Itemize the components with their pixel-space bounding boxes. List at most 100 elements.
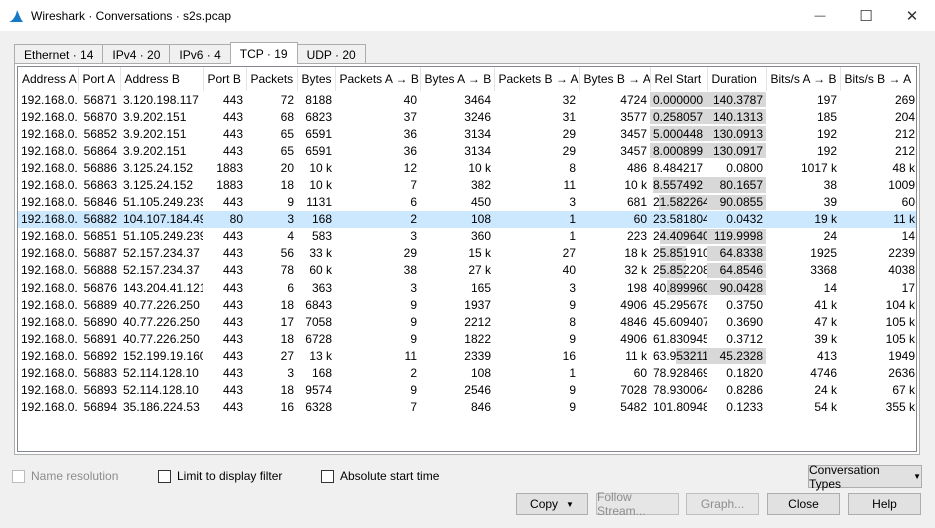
table-row[interactable]: 192.168.0.5 56889 40.77.226.250 443 18 6843 9 1… <box>18 296 916 313</box>
table-row[interactable]: 192.168.0.556882104.107.184.498031682108… <box>18 210 916 228</box>
column-header[interactable]: Packets B → A <box>494 67 580 91</box>
column-header[interactable]: Bits/s A → B <box>766 67 841 91</box>
table-row[interactable]: 192.168.0.5 56886 3.125.24.152 1883 20 10 k 12… <box>18 159 916 176</box>
table-cell: 0.3750 <box>726 297 763 312</box>
table-cell: 56870 <box>83 109 117 124</box>
table-cell: 18 <box>280 297 294 312</box>
table-cell: 12 <box>403 160 417 175</box>
duration-value: 140.3787 <box>712 92 763 107</box>
rel-start-value: 40.899960 <box>653 280 707 295</box>
table-row[interactable]: 192.168.0.5 56864 3.9.202.151 443 65 6591 36 31… <box>18 142 916 159</box>
table-cell: 27 k <box>468 263 491 278</box>
table-cell: 192.168.0.5 <box>21 331 78 346</box>
checkbox-label: Name resolution <box>31 469 119 483</box>
maximize-button[interactable]: ☐ <box>843 0 889 31</box>
column-header[interactable]: Port B <box>203 67 247 91</box>
table-row[interactable]: 192.168.0.5 56863 3.125.24.152 1883 18 10 k 7 3… <box>18 176 916 193</box>
table-cell: 18 <box>280 383 294 398</box>
table-cell: 583 <box>311 229 332 244</box>
column-header[interactable]: Address B <box>120 67 204 91</box>
table-cell: 67 k <box>892 383 915 398</box>
table-cell: 16 <box>280 400 294 415</box>
table-cell: 3368 <box>810 263 837 278</box>
table-cell: 443 <box>222 229 243 244</box>
checkbox-box[interactable] <box>321 469 334 483</box>
table-cell: 3.9.202.151 <box>123 109 187 124</box>
table-cell: 14 <box>901 229 915 244</box>
rel-start-value: 25.851910 <box>653 246 707 261</box>
table-row[interactable]: 192.168.0.5 56890 40.77.226.250 443 17 7058 9 2… <box>18 313 916 330</box>
table-cell: 192.168.0.5 <box>21 160 78 175</box>
table-cell: 3 <box>569 280 576 295</box>
table-cell: 10 k <box>624 178 647 193</box>
table-cell: 192.168.0.5 <box>18 210 78 228</box>
column-header[interactable]: Rel Start <box>650 67 708 91</box>
column-header[interactable]: Bits/s B → A <box>840 67 916 91</box>
table-cell: 8.484217 <box>653 160 704 175</box>
table-row[interactable]: 192.168.0.5 56894 35.186.224.53 443 16 6328 7 8… <box>18 399 916 416</box>
column-header[interactable]: Port A <box>78 67 121 91</box>
table-cell: 6328 <box>305 400 332 415</box>
table-cell: 38 <box>823 178 837 193</box>
table-cell: 29 <box>562 126 576 141</box>
column-header[interactable]: Bytes <box>297 67 336 91</box>
table-cell: 363 <box>311 280 332 295</box>
column-header[interactable]: Duration <box>707 67 767 91</box>
column-header[interactable]: Packets <box>246 67 298 91</box>
checkbox-box[interactable] <box>158 469 171 483</box>
table-cell: 29 <box>562 143 576 158</box>
table-cell: 32 <box>562 92 576 107</box>
copy-button[interactable]: Copy ▼ <box>516 493 588 515</box>
table-cell: 192.168.0.5 <box>21 229 78 244</box>
table-cell: 198 <box>626 280 647 295</box>
column-header[interactable]: Bytes A → B <box>420 67 495 91</box>
table-row[interactable]: 192.168.0.5 56893 52.114.128.10 443 18 9574 9 2… <box>18 382 916 399</box>
table-cell: 48 k <box>892 160 915 175</box>
options-row: Name resolution Limit to display filter … <box>12 462 923 491</box>
table-cell: 56894 <box>83 400 117 415</box>
follow-stream-button[interactable]: Follow Stream... <box>596 490 679 518</box>
table-cell: 56891 <box>83 331 117 346</box>
column-header[interactable]: Bytes B → A <box>579 67 651 91</box>
limit-to-display-filter-checkbox[interactable]: Limit to display filter <box>158 469 282 483</box>
table-cell: 2212 <box>464 314 491 329</box>
table-cell: 4846 <box>620 314 647 329</box>
table-row[interactable]: 192.168.0.5 56846 51.105.249.239 443 9 1131 6 4… <box>18 194 916 211</box>
table-row[interactable]: 192.168.0.5 56883 52.114.128.10 443 3 168 2 108… <box>18 365 916 382</box>
minimize-button[interactable]: — <box>797 0 843 31</box>
table-row[interactable]: 192.168.0.5 56876 143.204.41.121 443 6 363 3 16… <box>18 279 916 296</box>
table-row[interactable]: 192.168.0.5 56888 52.157.234.37 443 78 60 k 38… <box>18 262 916 279</box>
column-header[interactable]: Address A <box>18 67 79 91</box>
tab-tcp[interactable]: TCP · 19 <box>229 42 298 64</box>
tab-ipv4[interactable]: IPv4 · 20 <box>102 44 171 64</box>
table-row[interactable]: 192.168.0.5 56892 152.199.19.160 443 27 13 k 1… <box>18 347 916 364</box>
conversation-types-button[interactable]: Conversation Types ▼ <box>808 462 922 491</box>
table-cell: 101.809483 <box>653 400 707 415</box>
table-row[interactable]: 192.168.0.5 56851 51.105.249.239 443 4 583 3 36… <box>18 228 916 245</box>
tab-ethernet[interactable]: Ethernet · 14 <box>14 44 104 64</box>
table-cell: 9 <box>410 331 417 346</box>
tab-udp[interactable]: UDP · 20 <box>296 44 366 64</box>
table-cell: 3134 <box>464 143 491 158</box>
table-cell: 56852 <box>83 126 117 141</box>
close-button[interactable]: Close <box>767 493 840 515</box>
table-row[interactable]: 192.168.0.5 56891 40.77.226.250 443 18 6728 9 1… <box>18 330 916 347</box>
conversations-table[interactable]: Address A Port A Address B Port B Packet… <box>17 66 917 452</box>
conversation-types-label: Conversation Types <box>809 462 880 491</box>
table-row[interactable]: 192.168.0.5 56871 3.120.198.117 443 72 8188 40… <box>18 91 916 108</box>
graph-button[interactable]: Graph... <box>686 493 759 515</box>
close-window-button[interactable]: ✕ <box>889 0 935 31</box>
table-row[interactable]: 192.168.0.5 56870 3.9.202.151 443 68 6823 37 32… <box>18 108 916 125</box>
table-cell: 0.3690 <box>726 314 763 329</box>
table-cell: 192.168.0.5 <box>21 92 78 107</box>
tab-ipv6[interactable]: IPv6 · 4 <box>169 44 231 64</box>
table-cell: 11 <box>404 348 417 363</box>
help-button[interactable]: Help <box>848 493 921 515</box>
column-header[interactable]: Packets A → B <box>335 67 421 91</box>
table-row[interactable]: 192.168.0.5 56852 3.9.202.151 443 65 6591 36 31… <box>18 125 916 142</box>
table-cell: 2 <box>410 366 417 381</box>
table-cell: 143.204.41.121 <box>123 280 203 295</box>
table-cell: 443 <box>222 195 243 210</box>
absolute-start-time-checkbox[interactable]: Absolute start time <box>321 469 439 483</box>
table-row[interactable]: 192.168.0.5 56887 52.157.234.37 443 56 33 k 29… <box>18 245 916 262</box>
